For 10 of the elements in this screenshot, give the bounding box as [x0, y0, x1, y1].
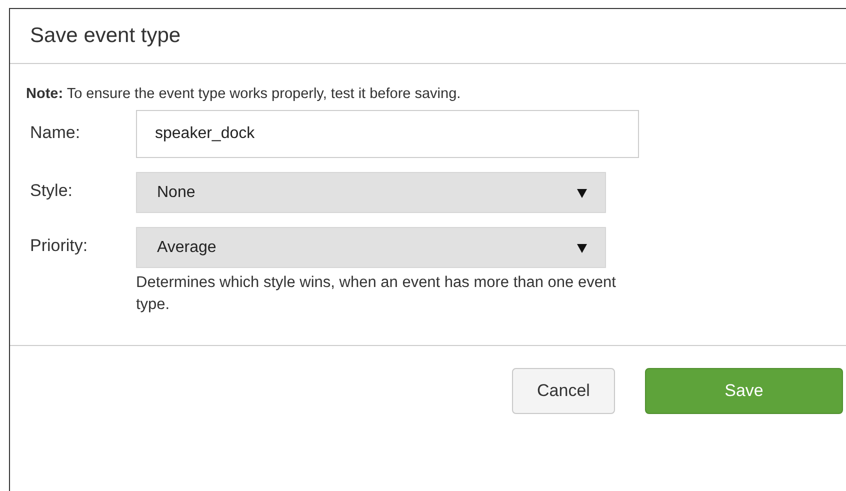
- field-label: Style:: [29, 180, 74, 201]
- help-text: Determines which style wins, when an event has more than one event type.: [136, 273, 616, 315]
- dialog-title: Save event type: [30, 24, 181, 48]
- name-field[interactable]: speaker_dock: [136, 110, 639, 158]
- dropdown[interactable]: Average: [136, 227, 606, 268]
- field-label: Name:: [29, 122, 82, 143]
- cancel-button[interactable]: Cancel: [512, 368, 615, 414]
- dropdown[interactable]: None: [136, 172, 606, 213]
- note-text: Note: To ensure the event type works properly, test it before saving.: [26, 86, 462, 102]
- field-label: Priority:: [29, 235, 89, 256]
